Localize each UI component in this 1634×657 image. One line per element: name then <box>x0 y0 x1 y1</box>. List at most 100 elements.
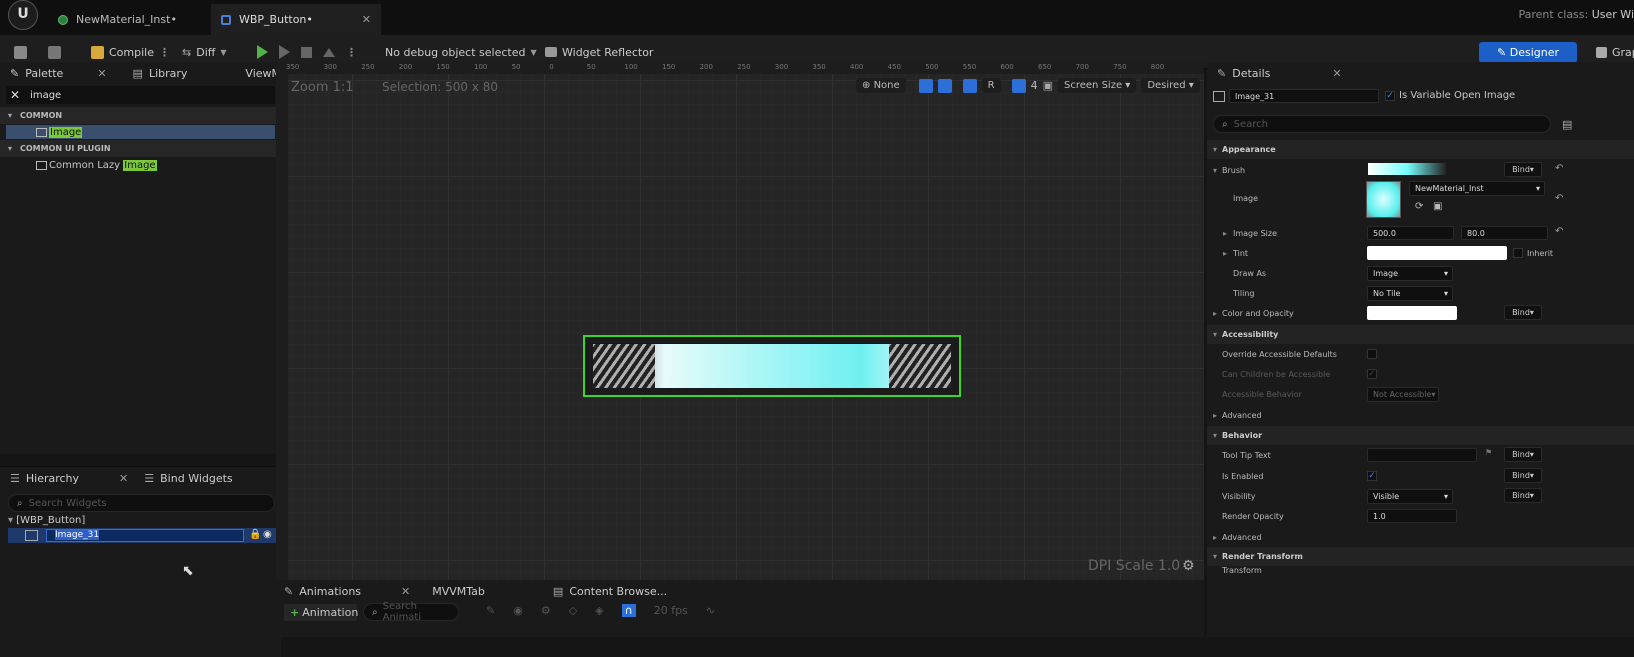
tab-mvvm[interactable]: MVVMTab <box>432 585 485 598</box>
transform-icon[interactable]: ⚙ <box>541 604 551 617</box>
visibility-eye-icon[interactable]: ◉ <box>263 529 272 540</box>
grid-snap-value[interactable]: 4 <box>1031 79 1038 92</box>
image-size-y[interactable]: 80.0 <box>1461 226 1548 240</box>
settings-icon[interactable]: ▤ <box>1562 118 1572 131</box>
enabled-bind-dropdown[interactable]: Bind ▾ <box>1504 468 1542 483</box>
hierarchy-search[interactable]: ⌕ Search Widgets <box>8 494 275 512</box>
tab-bind-widgets[interactable]: Bind Widgets <box>160 472 233 485</box>
close-icon[interactable]: ✕ <box>401 585 410 598</box>
fill-mode-dropdown[interactable]: Desired ▾ <box>1141 78 1200 93</box>
section-behavior[interactable]: ▾ Behavior <box>1207 426 1634 445</box>
brush-bind-dropdown[interactable]: Bind ▾ <box>1504 162 1542 177</box>
close-tab-icon[interactable]: ✕ <box>362 13 371 26</box>
magnet-icon[interactable]: ∩ <box>621 604 636 617</box>
localize-flag-icon[interactable]: ⚑ <box>1485 448 1492 457</box>
eject-icon[interactable] <box>323 47 335 57</box>
details-search[interactable]: ⌕ Search <box>1213 115 1551 133</box>
image-asset-dropdown[interactable]: NewMaterial_Inst ▾ <box>1409 181 1545 196</box>
palette-search[interactable]: ✕ image <box>6 86 275 104</box>
tab-hierarchy[interactable]: Hierarchy <box>26 472 79 485</box>
find-asset-icon[interactable]: ▣ <box>1433 201 1442 212</box>
top-ruler: 350 300 250 200 150 100 50 0 50 100 150 200 250 300 35… <box>276 62 1204 74</box>
reset-icon[interactable]: ↶ <box>1555 226 1563 237</box>
lock-icon[interactable] <box>937 78 952 93</box>
play-icon[interactable] <box>257 45 268 59</box>
respect-locks-button[interactable]: R <box>981 78 1001 93</box>
grid-snap-icon[interactable] <box>1011 78 1026 93</box>
tooltip-bind-dropdown[interactable]: Bind ▾ <box>1504 447 1542 462</box>
palette-section-common-ui[interactable]: ▾ COMMON UI PLUGIN <box>0 140 281 157</box>
step-icon[interactable] <box>279 45 290 59</box>
play-options-icon[interactable]: ⋮ <box>346 46 357 59</box>
unreal-logo-icon[interactable]: U <box>8 0 38 30</box>
tab-library[interactable]: Library <box>149 67 187 80</box>
palette-panel: ✎ Palette ✕ ▤ Library ViewModel... ✕ ima… <box>0 62 315 454</box>
toggle-select-icon[interactable] <box>918 78 933 93</box>
tab-details[interactable]: Details <box>1232 67 1270 80</box>
reset-icon[interactable]: ↶ <box>1555 193 1563 204</box>
localization-preview-button[interactable]: ⊕ None <box>856 78 906 93</box>
add-animation-button[interactable]: + Animation <box>284 604 358 621</box>
animation-search[interactable]: ⌕ Search Animati <box>363 601 459 623</box>
hierarchy-item-image-31[interactable]: Image_31 🔒 ◉ <box>8 528 281 543</box>
gear-icon[interactable]: ⚙ <box>1182 558 1195 574</box>
section-accessibility[interactable]: ▾ Accessibility <box>1207 325 1634 344</box>
draw-as-dropdown[interactable]: Image ▾ <box>1367 266 1453 281</box>
override-accessible-checkbox[interactable] <box>1367 349 1377 359</box>
hierarchy-root[interactable]: ▾ [WBP_Button] <box>8 515 85 526</box>
accessible-behavior-dropdown: Not Accessible ▾ <box>1367 387 1439 402</box>
behavior-advanced-row[interactable]: ▸ Advanced <box>1207 527 1634 547</box>
image-31-widget[interactable] <box>583 335 961 397</box>
widget-name-input[interactable]: Image_31 <box>1229 89 1379 103</box>
browse-asset-icon[interactable]: ⟳ <box>1415 201 1423 212</box>
stop-icon[interactable] <box>301 46 312 58</box>
lock-icon[interactable]: 🔒 <box>249 529 261 540</box>
tab-newmaterial-inst[interactable]: NewMaterial_Inst• <box>48 4 206 35</box>
render-opacity-input[interactable]: 1.0 <box>1367 509 1457 523</box>
palette-search-input[interactable]: image <box>30 90 61 101</box>
curve-icon[interactable]: ∿ <box>706 604 715 617</box>
visibility-dropdown[interactable]: Visible ▾ <box>1367 489 1453 504</box>
image-thumbnail[interactable] <box>1366 181 1401 218</box>
is-enabled-checkbox[interactable]: ✓ <box>1367 471 1377 481</box>
eye-icon[interactable]: ◉ <box>513 604 523 617</box>
parent-class-value[interactable]: User Wi <box>1592 8 1634 21</box>
close-icon[interactable]: ✕ <box>97 67 106 80</box>
key-icon[interactable]: ◇ <box>569 604 577 617</box>
snap-icon[interactable]: ◈ <box>595 604 603 617</box>
reset-icon[interactable]: ↶ <box>1555 163 1563 174</box>
color-bind-dropdown[interactable]: Bind ▾ <box>1504 305 1542 320</box>
section-appearance[interactable]: ▾ Appearance <box>1207 140 1634 159</box>
tab-animations[interactable]: Animations <box>299 585 361 598</box>
is-variable-checkbox[interactable]: ✓ <box>1385 91 1395 101</box>
color-opacity-swatch[interactable] <box>1367 306 1457 320</box>
compile-options-icon[interactable]: ⋮ <box>159 46 170 59</box>
wrench-icon[interactable]: ✎ <box>486 604 495 617</box>
designer-canvas[interactable]: 350 300 250 200 150 100 50 0 50 100 150 200 250 300 35… <box>276 62 1204 580</box>
section-render-transform[interactable]: ▾ Render Transform <box>1207 547 1634 566</box>
clear-search-icon[interactable]: ✕ <box>10 88 20 102</box>
tooltip-input[interactable] <box>1367 448 1477 462</box>
fps-dropdown[interactable]: 20 fps <box>654 604 688 617</box>
image-size-x[interactable]: 500.0 <box>1367 226 1454 240</box>
palette-item-image[interactable]: Image <box>6 125 275 139</box>
close-icon[interactable]: ✕ <box>1332 67 1341 80</box>
tiling-dropdown[interactable]: No Tile ▾ <box>1367 286 1453 301</box>
tab-palette[interactable]: Palette <box>25 67 63 80</box>
palette-item-common-lazy-image[interactable]: Common Lazy Image <box>6 158 275 172</box>
rename-field[interactable]: Image_31 <box>46 529 244 542</box>
close-icon[interactable]: ✕ <box>119 472 128 485</box>
accessibility-advanced-row[interactable]: ▸ Advanced <box>1207 405 1634 425</box>
background-image-icon[interactable]: ▣ <box>1043 79 1053 92</box>
inherit-checkbox[interactable] <box>1513 248 1523 258</box>
open-image-link[interactable]: Open Image <box>1454 90 1515 101</box>
visibility-bind-dropdown[interactable]: Bind ▾ <box>1504 488 1542 503</box>
layout-icon[interactable] <box>962 78 977 93</box>
palette-section-common[interactable]: ▾ COMMON <box>0 107 281 124</box>
details-icon: ✎ <box>1217 66 1227 80</box>
screen-size-dropdown[interactable]: Screen Size ▾ <box>1058 78 1137 93</box>
tab-wbp-button[interactable]: WBP_Button• ✕ <box>211 4 381 35</box>
content-browser-icon: ▤ <box>552 584 564 598</box>
tab-content-browser[interactable]: Content Browse... <box>569 585 667 598</box>
tint-color-swatch[interactable] <box>1367 246 1507 260</box>
